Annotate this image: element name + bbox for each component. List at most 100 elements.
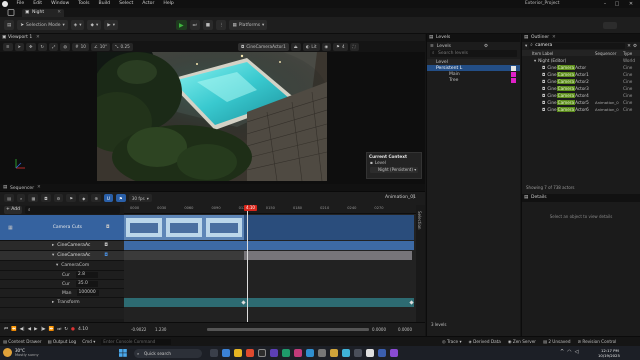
minimize-icon[interactable]: – <box>600 0 610 8</box>
clock-date[interactable]: 10/19/2025 <box>598 353 620 358</box>
app-icon[interactable] <box>390 349 398 357</box>
track-current-focal[interactable]: Cur 35.0 <box>0 280 124 289</box>
seq-track-search-input[interactable]: ⌕ <box>25 206 120 214</box>
unsaved-button[interactable]: ▤ 2 Unsaved <box>543 339 570 344</box>
app-icon[interactable] <box>294 349 302 357</box>
outliner-row[interactable]: ◘ Cine Camera Actor2 Cine <box>522 78 640 84</box>
derived-data-button[interactable]: ◈ Derived Data <box>469 339 501 344</box>
jump-start-icon[interactable]: ⏮ <box>4 326 8 332</box>
tab-close-icon[interactable]: ✕ <box>57 9 61 17</box>
close-icon[interactable]: ✕ <box>626 0 636 8</box>
zen-server-button[interactable]: ◉ Zen Server <box>508 339 536 344</box>
levels-menu-icon[interactable]: ≡ <box>430 44 434 49</box>
track-camera-component[interactable]: ▾ CameraCom <box>0 261 124 271</box>
scale-snap-button[interactable]: ⤡ 0.25 <box>112 42 133 51</box>
next-key-icon[interactable]: ⏩ <box>49 327 55 332</box>
volume-icon[interactable]: ◁ <box>575 349 579 355</box>
app-icon[interactable] <box>282 349 290 357</box>
play-reverse-icon[interactable]: ◀ <box>28 327 31 332</box>
track-transform[interactable]: ▸ Transform <box>0 298 124 308</box>
transform-section[interactable] <box>124 298 414 307</box>
seq-marker-button[interactable]: ⚑ <box>66 194 77 202</box>
step-back-icon[interactable]: ◀| <box>20 327 25 332</box>
camera-cuts-section[interactable] <box>124 215 244 240</box>
outliner-row[interactable]: ◘ Cine Camera Actor1 Cine <box>522 71 640 77</box>
tray-chevron-icon[interactable]: ^ <box>560 349 564 355</box>
current-context-level-dropdown[interactable]: Night (Persistent) ▾ <box>370 167 418 173</box>
menu-edit[interactable]: Edit <box>29 0 47 8</box>
collapse-icon[interactable]: ▾ <box>52 253 54 258</box>
seq-add-track-button[interactable]: + Add <box>4 206 22 214</box>
timeline-scrollbar[interactable] <box>207 328 369 331</box>
level-row-tree[interactable]: Tree <box>427 77 520 83</box>
record-icon[interactable]: ● <box>71 327 75 332</box>
revision-control-button[interactable]: ⊘ Revision Control <box>578 339 617 344</box>
seq-camera-button[interactable]: ◘ <box>41 194 51 202</box>
seq-transport-button[interactable]: ⊕ <box>91 194 101 202</box>
menu-build[interactable]: Build <box>94 0 115 8</box>
track-camera-cuts[interactable]: ▦ Camera Cuts ◘ <box>0 215 124 241</box>
seq-key-button[interactable]: ◆ <box>79 194 89 202</box>
maximize-icon[interactable]: □ <box>612 0 622 8</box>
outliner-search-input[interactable]: ⌕ camera <box>529 43 626 49</box>
levels-settings-icon[interactable]: ⚙ <box>484 44 488 49</box>
stop-button[interactable]: ■ <box>202 20 213 30</box>
file-explorer-icon[interactable] <box>234 349 242 357</box>
levels-search-input[interactable]: ⌕ Search levels <box>430 50 517 57</box>
seq-render-button[interactable]: ▦ <box>28 194 39 202</box>
menu-select[interactable]: Select <box>115 0 138 8</box>
loop-icon[interactable]: ↻ <box>64 327 68 332</box>
world-local-button[interactable]: ◍ <box>60 42 71 51</box>
clock-time[interactable]: 12:17 PM <box>601 348 619 353</box>
translate-button[interactable]: ✥ <box>26 42 36 51</box>
rotate-button[interactable]: ↻ <box>37 42 48 51</box>
app-icon[interactable] <box>354 349 362 357</box>
current-frame-value[interactable]: 4.10 <box>78 327 88 332</box>
unreal-logo-icon[interactable] <box>2 1 8 7</box>
outliner-row-root[interactable]: ▾ Night (Editor) World <box>522 57 640 63</box>
app-icon[interactable] <box>318 349 326 357</box>
chrome-icon[interactable] <box>246 349 254 357</box>
edge-icon[interactable] <box>222 349 230 357</box>
viewport-scene-render[interactable] <box>97 52 327 181</box>
cine-a-section[interactable] <box>124 241 414 250</box>
pilot-camera-button[interactable]: ◘ CineCameraActor1 <box>238 42 289 51</box>
create-button[interactable]: ◈ ▾ <box>70 20 85 30</box>
track-man-value[interactable]: 100000 <box>76 290 99 296</box>
menu-file[interactable]: File <box>12 0 29 8</box>
scale-button[interactable]: ⤢ <box>49 42 59 51</box>
play-options-button[interactable]: ⏭ <box>189 20 200 30</box>
grid-snap-button[interactable]: #10 <box>72 42 89 51</box>
outliner-row[interactable]: ◘ Cine Camera Actor Cine <box>522 64 640 70</box>
prev-key-icon[interactable]: ⏪ <box>11 327 17 332</box>
sequencer-close-icon[interactable]: ✕ <box>37 185 41 190</box>
camera-speed-button[interactable]: ⚑ 4 <box>333 42 348 51</box>
taskbar-search-input[interactable]: ⌕ Quick search <box>134 348 202 358</box>
playhead-frame-label[interactable]: 4.10 <box>244 205 257 211</box>
viewport-tab[interactable]: ▣ Viewport 1 ✕ <box>0 34 425 41</box>
view-start-value[interactable]: -0.9022 <box>131 327 146 332</box>
playback-start-value[interactable]: 1.230 <box>155 327 166 332</box>
camera-active-icon[interactable]: ◘ <box>104 253 108 258</box>
outliner-col-type[interactable]: Type <box>623 51 632 56</box>
content-drawer-button[interactable]: ▤ Content Drawer <box>3 339 42 344</box>
output-log-button[interactable]: ▤ Output Log <box>48 339 77 344</box>
app-icon[interactable] <box>330 349 338 357</box>
track-cur2-value[interactable]: 35.0 <box>75 281 98 287</box>
step-forward-icon[interactable]: |▶ <box>41 327 46 332</box>
cine-b-section-left[interactable] <box>124 251 244 260</box>
settings-button[interactable] <box>603 22 617 29</box>
seq-autokey-button[interactable]: ⚑ <box>115 194 126 202</box>
task-view-icon[interactable] <box>210 349 218 357</box>
tab-level-night[interactable]: ▣ Night ✕ <box>22 9 64 17</box>
app-icon[interactable] <box>342 349 350 357</box>
outliner-settings-icon[interactable]: ⚙ <box>633 44 637 49</box>
sequencer-tab[interactable]: ▤ Sequencer ✕ <box>0 184 425 192</box>
viewport-close-icon[interactable]: ✕ <box>36 34 40 41</box>
playhead[interactable] <box>247 205 248 322</box>
track-cur-value[interactable]: 2.8 <box>75 272 98 278</box>
wifi-icon[interactable]: ◠ <box>567 349 571 355</box>
track-cine-camera-a[interactable]: ▸ CineCameraAc ◘ <box>0 241 124 251</box>
outliner-row[interactable]: ◘ Cine Camera Actor6 Animation_0 Cine <box>522 106 640 112</box>
expand-icon[interactable]: ▸ <box>52 243 54 248</box>
